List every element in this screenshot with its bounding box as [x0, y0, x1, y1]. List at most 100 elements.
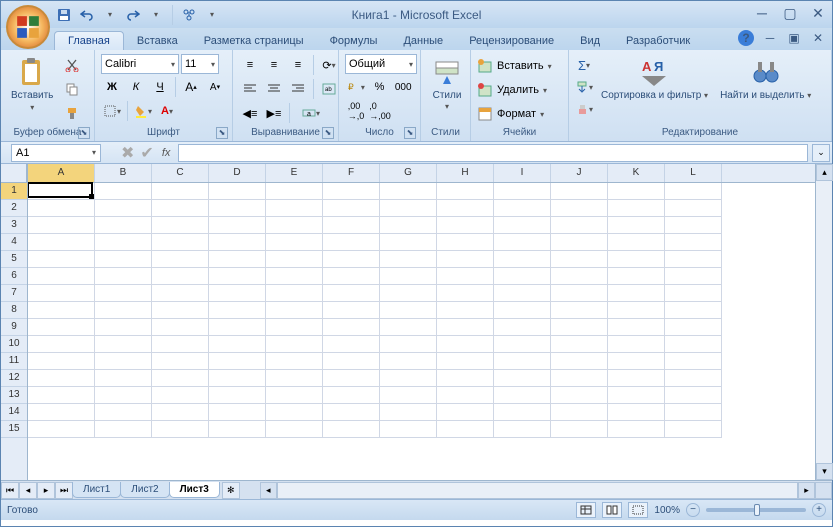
row-header-2[interactable]: 2 [1, 200, 27, 217]
cell-F8[interactable] [323, 302, 380, 319]
cell-E9[interactable] [266, 319, 323, 336]
cell-C1[interactable] [152, 183, 209, 200]
formula-bar[interactable] [178, 144, 808, 162]
cell-E11[interactable] [266, 353, 323, 370]
insert-cells-button[interactable]: Вставить ▾ [477, 54, 552, 78]
column-header-C[interactable]: C [152, 164, 209, 182]
undo-icon[interactable] [78, 6, 96, 24]
cell-A14[interactable] [28, 404, 95, 421]
tab-view[interactable]: Вид [567, 32, 613, 50]
number-dialog-launcher[interactable]: ⬊ [404, 127, 416, 139]
cell-F3[interactable] [323, 217, 380, 234]
cell-F2[interactable] [323, 200, 380, 217]
cell-A12[interactable] [28, 370, 95, 387]
cell-H6[interactable] [437, 268, 494, 285]
cell-C8[interactable] [152, 302, 209, 319]
cell-G8[interactable] [380, 302, 437, 319]
column-header-A[interactable]: A [28, 164, 95, 182]
cell-F13[interactable] [323, 387, 380, 404]
cell-G3[interactable] [380, 217, 437, 234]
cell-L8[interactable] [665, 302, 722, 319]
row-header-10[interactable]: 10 [1, 336, 27, 353]
cell-H8[interactable] [437, 302, 494, 319]
doc-restore-button[interactable]: ▣ [786, 30, 802, 46]
cell-L11[interactable] [665, 353, 722, 370]
cell-I7[interactable] [494, 285, 551, 302]
tab-developer[interactable]: Разработчик [613, 32, 703, 50]
cell-B14[interactable] [95, 404, 152, 421]
font-dialog-launcher[interactable]: ⬊ [216, 127, 228, 139]
cell-E8[interactable] [266, 302, 323, 319]
cell-F14[interactable] [323, 404, 380, 421]
cell-K11[interactable] [608, 353, 665, 370]
view-layout-button[interactable] [602, 502, 622, 518]
minimize-button[interactable]: ─ [754, 5, 770, 21]
shrink-font-button[interactable]: A▾ [204, 76, 226, 98]
sheet-nav-prev[interactable]: ◂ [19, 482, 37, 499]
row-header-9[interactable]: 9 [1, 319, 27, 336]
cell-I5[interactable] [494, 251, 551, 268]
decrease-indent-button[interactable]: ◀≡ [239, 102, 261, 124]
cell-D8[interactable] [209, 302, 266, 319]
cell-E2[interactable] [266, 200, 323, 217]
scroll-up-button[interactable]: ▴ [816, 164, 833, 181]
cell-L4[interactable] [665, 234, 722, 251]
doc-minimize-button[interactable]: ─ [762, 30, 778, 46]
cell-L10[interactable] [665, 336, 722, 353]
align-right-button[interactable] [287, 78, 309, 100]
cell-L7[interactable] [665, 285, 722, 302]
cell-K2[interactable] [608, 200, 665, 217]
font-color-button[interactable]: A▾ [156, 100, 178, 122]
zoom-out-button[interactable]: − [686, 503, 700, 517]
alignment-dialog-launcher[interactable]: ⬊ [322, 127, 334, 139]
cell-H3[interactable] [437, 217, 494, 234]
column-header-F[interactable]: F [323, 164, 380, 182]
row-header-12[interactable]: 12 [1, 370, 27, 387]
percent-button[interactable]: % [369, 76, 391, 98]
cell-B5[interactable] [95, 251, 152, 268]
align-bottom-button[interactable]: ≡ [287, 54, 309, 76]
cell-H13[interactable] [437, 387, 494, 404]
undo-dropdown[interactable]: ▾ [101, 6, 119, 24]
qat-more-dropdown[interactable]: ▾ [203, 6, 221, 24]
cell-H14[interactable] [437, 404, 494, 421]
italic-button[interactable]: К [125, 76, 147, 98]
row-header-13[interactable]: 13 [1, 387, 27, 404]
cell-J8[interactable] [551, 302, 608, 319]
cell-I1[interactable] [494, 183, 551, 200]
grow-font-button[interactable]: A▴ [180, 76, 202, 98]
cell-I11[interactable] [494, 353, 551, 370]
cell-A15[interactable] [28, 421, 95, 438]
cell-I9[interactable] [494, 319, 551, 336]
cell-E14[interactable] [266, 404, 323, 421]
cell-K14[interactable] [608, 404, 665, 421]
tab-insert[interactable]: Вставка [124, 32, 191, 50]
column-header-G[interactable]: G [380, 164, 437, 182]
cell-D12[interactable] [209, 370, 266, 387]
cell-H12[interactable] [437, 370, 494, 387]
cell-L9[interactable] [665, 319, 722, 336]
merge-button[interactable]: a▾ [294, 102, 328, 124]
cell-H10[interactable] [437, 336, 494, 353]
cell-D3[interactable] [209, 217, 266, 234]
cell-J3[interactable] [551, 217, 608, 234]
font-name-combo[interactable]: Calibri▾ [101, 54, 179, 74]
cell-E1[interactable] [266, 183, 323, 200]
sort-filter-button[interactable]: АЯ Сортировка и фильтр ▾ [597, 54, 712, 103]
cell-L2[interactable] [665, 200, 722, 217]
zoom-in-button[interactable]: + [812, 503, 826, 517]
cell-A1[interactable] [28, 183, 95, 200]
view-normal-button[interactable] [576, 502, 596, 518]
column-header-H[interactable]: H [437, 164, 494, 182]
cell-A9[interactable] [28, 319, 95, 336]
cell-C3[interactable] [152, 217, 209, 234]
close-button[interactable]: ✕ [810, 5, 826, 21]
cell-F1[interactable] [323, 183, 380, 200]
cell-B15[interactable] [95, 421, 152, 438]
cell-H5[interactable] [437, 251, 494, 268]
name-box[interactable]: A1▾ [11, 144, 101, 162]
cell-C10[interactable] [152, 336, 209, 353]
borders-button[interactable]: ▾ [101, 100, 123, 122]
cell-A4[interactable] [28, 234, 95, 251]
sheet-nav-first[interactable]: ⏮ [1, 482, 19, 499]
